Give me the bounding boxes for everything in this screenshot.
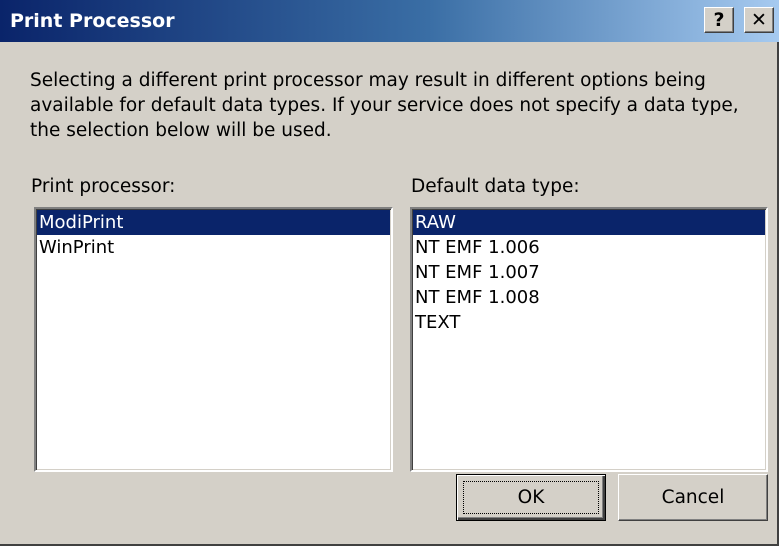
list-item-nt-emf-1-007[interactable]: NT EMF 1.007 (413, 260, 765, 285)
default-data-type-label: Default data type: (411, 176, 580, 197)
help-button[interactable]: ? (704, 7, 734, 33)
list-item-modiprint[interactable]: ModiPrint (37, 210, 390, 235)
ok-button[interactable]: OK (456, 474, 606, 521)
print-processor-dialog: Print Processor ? ✕ Selecting a differen… (0, 0, 779, 546)
list-item-nt-emf-1-008[interactable]: NT EMF 1.008 (413, 285, 765, 310)
print-processor-listbox[interactable]: ModiPrint WinPrint (34, 207, 393, 472)
list-item-winprint[interactable]: WinPrint (37, 235, 390, 260)
ok-button-label: OK (517, 487, 545, 508)
close-button[interactable]: ✕ (744, 7, 774, 33)
list-item-raw[interactable]: RAW (413, 210, 765, 235)
cancel-button-label: Cancel (661, 487, 725, 508)
description-text: Selecting a different print processor ma… (30, 70, 739, 141)
ok-focus-rect: OK (463, 481, 599, 514)
window-title: Print Processor (10, 10, 175, 32)
help-icon: ? (713, 9, 725, 31)
list-item-nt-emf-1-006[interactable]: NT EMF 1.006 (413, 235, 765, 260)
title-bar[interactable]: Print Processor ? ✕ (0, 0, 779, 42)
print-processor-label: Print processor: (31, 176, 176, 197)
close-icon: ✕ (751, 9, 767, 31)
list-item-text[interactable]: TEXT (413, 310, 765, 335)
default-data-type-listbox[interactable]: RAW NT EMF 1.006 NT EMF 1.007 NT EMF 1.0… (410, 207, 768, 472)
cancel-button[interactable]: Cancel (618, 474, 768, 521)
